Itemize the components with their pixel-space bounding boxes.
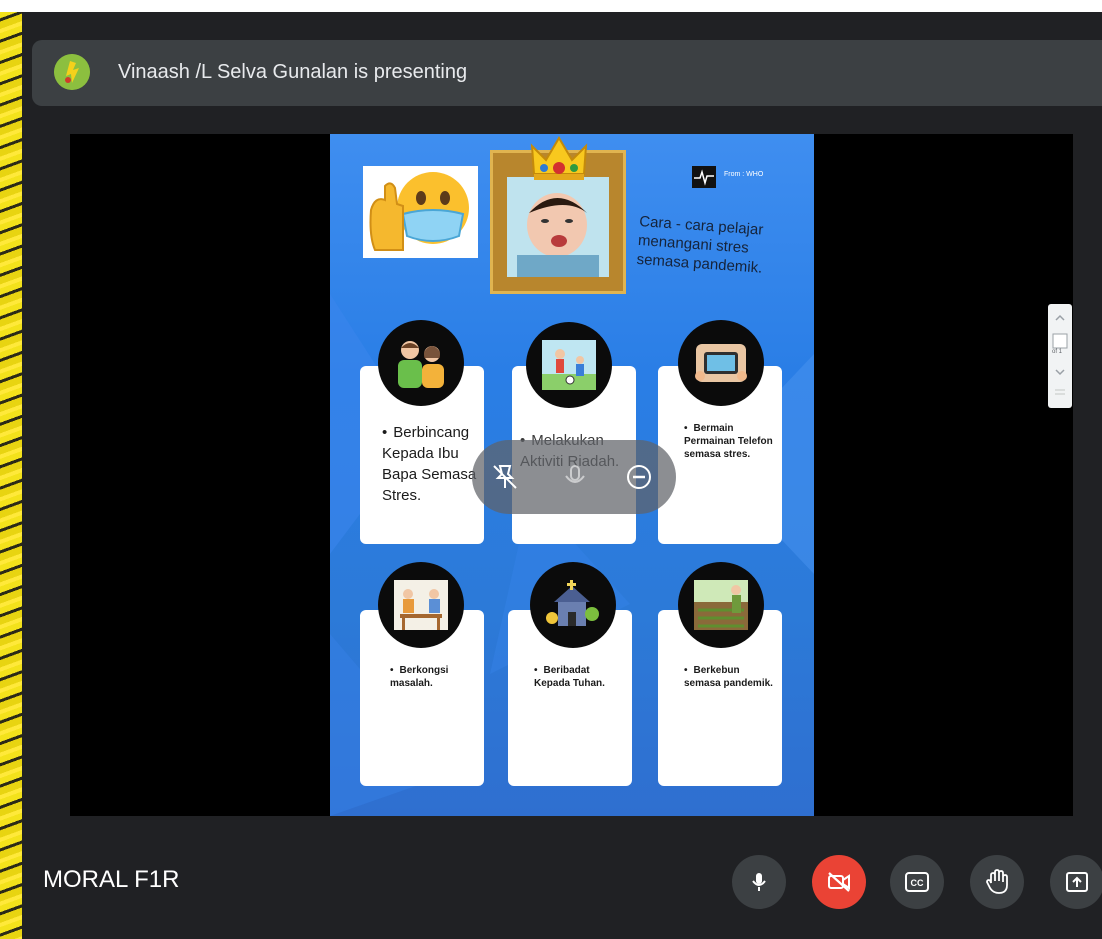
bullet: • bbox=[534, 665, 538, 676]
card-text: Berkongsi masalah. bbox=[390, 665, 449, 689]
slide-scroll-widget[interactable]: of 1 bbox=[1048, 304, 1072, 408]
meeting-name: MORAL F1R bbox=[43, 866, 180, 893]
hand-icon bbox=[986, 869, 1008, 894]
presenting-text: Vinaash /L Selva Gunalan is presenting bbox=[118, 61, 468, 83]
mic-icon bbox=[752, 873, 766, 891]
bullet: • bbox=[390, 665, 394, 676]
bullet: • bbox=[684, 423, 688, 434]
church-icon bbox=[530, 562, 616, 648]
raise-hand-button[interactable] bbox=[970, 855, 1024, 909]
family-icon bbox=[378, 320, 464, 406]
exercise-icon bbox=[526, 322, 612, 408]
conversation-icon bbox=[378, 562, 464, 648]
cc-icon: CC bbox=[905, 872, 929, 892]
captions-button[interactable]: CC bbox=[890, 855, 944, 909]
presenter-avatar bbox=[54, 54, 90, 90]
remove-icon[interactable] bbox=[624, 462, 654, 492]
video-off-icon bbox=[828, 872, 850, 892]
card-text: Beribadat Kepada Tuhan. bbox=[534, 665, 605, 689]
slide-title: Cara - cara pelajar menangani stres sema… bbox=[636, 212, 764, 277]
thumbs-up-mask-emoji-image bbox=[363, 166, 478, 258]
baby-photo bbox=[507, 177, 609, 277]
microphone-button[interactable] bbox=[732, 855, 786, 909]
crown-icon bbox=[528, 134, 590, 184]
camera-off-button[interactable] bbox=[812, 855, 866, 909]
present-button[interactable] bbox=[1050, 855, 1102, 909]
window-top-bar bbox=[0, 0, 1102, 12]
mute-icon[interactable] bbox=[560, 462, 590, 492]
card-text: Bermain Permainan Telefon semasa stres. bbox=[684, 423, 773, 460]
present-icon bbox=[1066, 872, 1088, 892]
bullet: • bbox=[382, 424, 388, 441]
card-text: Berbincang Kepada Ibu Bapa Semasa Stres. bbox=[382, 424, 477, 504]
card-text: Berkebun semasa pandemik. bbox=[684, 665, 773, 689]
svg-text:CC: CC bbox=[911, 878, 924, 888]
unpin-icon[interactable] bbox=[490, 462, 520, 492]
background-wallpaper-edge bbox=[0, 12, 22, 939]
bullet: • bbox=[684, 665, 688, 676]
heartbeat-icon bbox=[692, 166, 716, 188]
garden-icon bbox=[678, 562, 764, 648]
presenter-tile-overlay bbox=[472, 440, 676, 514]
phone-game-icon bbox=[678, 320, 764, 406]
source-label: From : WHO bbox=[724, 171, 764, 178]
page-indicator: of 1 bbox=[1052, 349, 1063, 355]
presenting-banner: Vinaash /L Selva Gunalan is presenting bbox=[32, 40, 1102, 106]
